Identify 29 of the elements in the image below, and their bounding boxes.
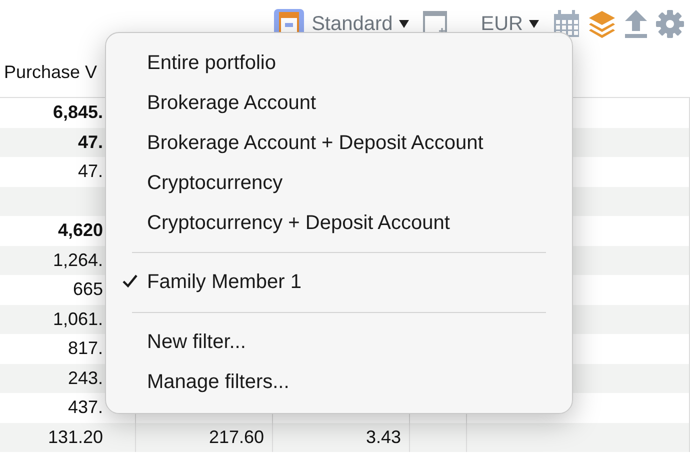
layers-icon[interactable] [588, 10, 616, 38]
menu-item[interactable]: Family Member 1 [106, 262, 572, 303]
column-header[interactable]: Purchase V [0, 62, 98, 83]
menu-item[interactable]: Entire portfolio [106, 43, 572, 83]
table-cell: 4,620 [58, 220, 103, 242]
table-cell: 1,264. [52, 250, 103, 271]
table-cell: 817. [68, 338, 103, 360]
menu-item[interactable]: Brokerage Account + Deposit Account [106, 123, 572, 163]
caret-icon [529, 20, 539, 28]
upload-icon[interactable] [624, 9, 648, 39]
menu-item[interactable]: Cryptocurrency + Deposit Account [106, 203, 572, 243]
table-cell: 47. [78, 161, 103, 182]
table-cell: 3.43 [366, 426, 401, 448]
table-cell: 243. [68, 368, 103, 389]
menu-item[interactable]: Cryptocurrency [106, 163, 572, 203]
table-cell: 47. [78, 132, 103, 153]
calendar-icon[interactable] [553, 10, 580, 38]
caret-icon [398, 20, 409, 28]
menu-item[interactable]: Brokerage Account [106, 83, 572, 123]
menu-item[interactable]: Manage filters... [106, 362, 572, 403]
view-selector[interactable]: Standard [312, 12, 393, 36]
table-cell: 6,845. [52, 102, 103, 124]
currency-selector[interactable]: EUR [480, 12, 523, 36]
table-cell: 1,061. [52, 308, 103, 330]
menu-item[interactable]: New filter... [106, 322, 572, 363]
table-cell: 437. [68, 397, 103, 418]
table-cell: 131.20 [48, 426, 103, 448]
table-cell: 665 [72, 279, 103, 300]
table-cell: 217.60 [208, 426, 264, 448]
